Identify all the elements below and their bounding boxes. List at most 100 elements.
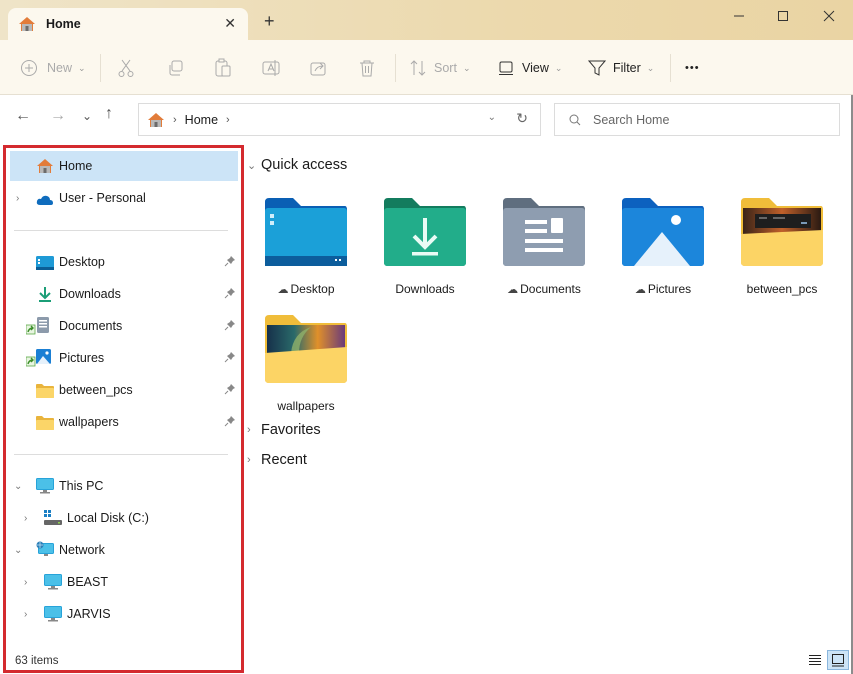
pin-icon[interactable] xyxy=(224,255,236,267)
folder-thumbnail-icon xyxy=(741,198,823,266)
content-pane: ⌄ Quick access ☁ Desktop Downloads ☁ Doc… xyxy=(247,145,853,674)
pin-icon[interactable] xyxy=(224,415,236,427)
local-disk-icon xyxy=(44,510,62,525)
chevron-right-icon[interactable]: › xyxy=(247,424,261,436)
chevron-right-icon[interactable]: › xyxy=(24,513,27,524)
view-button[interactable]: View ⌄ xyxy=(498,56,562,80)
sidebar-item-between-pcs[interactable]: between_pcs xyxy=(10,375,238,405)
item-label: ☁ Documents xyxy=(507,282,581,296)
sidebar-label: between_pcs xyxy=(59,383,133,397)
quick-access-item-downloads[interactable]: Downloads xyxy=(366,196,476,314)
delete-button[interactable] xyxy=(359,56,375,80)
breadcrumb-home[interactable]: Home xyxy=(185,113,218,127)
close-tab-icon[interactable]: ✕ xyxy=(224,15,236,32)
item-label: ☁ Desktop xyxy=(277,282,335,296)
breadcrumb-separator[interactable]: › xyxy=(173,114,177,126)
sort-icon xyxy=(410,60,426,76)
address-bar[interactable]: › Home › ⌄ ↻ xyxy=(138,103,541,136)
sidebar-item-user-personal[interactable]: › User - Personal xyxy=(10,183,238,213)
pin-icon[interactable] xyxy=(224,287,236,299)
share-button[interactable] xyxy=(310,56,328,80)
chevron-down-icon: ⌄ xyxy=(78,62,86,73)
sidebar-label: BEAST xyxy=(67,575,108,589)
quick-access-item-pictures[interactable]: ☁ Pictures xyxy=(604,196,714,314)
large-icons-view-button[interactable] xyxy=(827,650,849,670)
downloads-icon xyxy=(39,287,51,302)
minimize-button[interactable] xyxy=(724,6,754,26)
sidebar-item-downloads[interactable]: Downloads xyxy=(10,279,238,309)
back-button[interactable]: ← xyxy=(15,107,31,125)
documents-folder-icon xyxy=(503,198,585,266)
chevron-right-icon[interactable]: › xyxy=(247,454,261,466)
tab-home[interactable]: Home ✕ xyxy=(8,8,248,40)
sidebar-item-desktop[interactable]: Desktop xyxy=(10,247,238,277)
cut-button[interactable] xyxy=(117,56,135,80)
more-options-button[interactable]: ••• xyxy=(685,56,700,80)
quick-access-item-desktop[interactable]: ☁ Desktop xyxy=(247,196,357,314)
folder-icon xyxy=(36,416,54,430)
sidebar-label: Local Disk (C:) xyxy=(67,511,149,525)
paste-icon xyxy=(215,58,231,77)
sidebar-item-this-pc[interactable]: ⌄ This PC xyxy=(10,471,238,501)
sidebar-item-documents[interactable]: Documents xyxy=(10,311,238,341)
sidebar-item-pictures[interactable]: Pictures xyxy=(10,343,238,373)
close-icon xyxy=(823,10,835,22)
quick-access-item-between-pcs[interactable]: between_pcs xyxy=(723,196,833,314)
details-view-button[interactable] xyxy=(804,650,826,670)
sidebar-label: Desktop xyxy=(59,255,105,269)
forward-button[interactable]: → xyxy=(50,107,66,125)
close-window-button[interactable] xyxy=(814,6,844,26)
pin-icon[interactable] xyxy=(224,319,236,331)
chevron-down-icon: ⌄ xyxy=(554,62,563,73)
section-recent[interactable]: › Recent xyxy=(247,452,307,468)
copy-button[interactable] xyxy=(166,56,184,80)
rename-button[interactable] xyxy=(262,56,280,80)
up-button[interactable]: ↑ xyxy=(105,105,113,123)
quick-access-item-wallpapers[interactable]: wallpapers xyxy=(247,313,357,431)
new-button[interactable]: New ⌄ xyxy=(20,56,86,80)
divider xyxy=(14,454,228,455)
sidebar-item-home[interactable]: Home xyxy=(10,151,238,181)
chevron-right-icon[interactable]: › xyxy=(24,577,27,588)
sort-button[interactable]: Sort ⌄ xyxy=(409,56,470,80)
chevron-down-icon[interactable]: ⌄ xyxy=(14,481,22,492)
section-quick-access[interactable]: ⌄ Quick access xyxy=(247,157,347,173)
network-icon xyxy=(36,541,54,556)
section-favorites[interactable]: › Favorites xyxy=(247,422,321,438)
sidebar-item-wallpapers[interactable]: wallpapers xyxy=(10,407,238,437)
sidebar-item-jarvis[interactable]: › JARVIS xyxy=(10,599,238,629)
quick-access-item-documents[interactable]: ☁ Documents xyxy=(485,196,595,314)
pin-icon[interactable] xyxy=(224,383,236,395)
computer-icon xyxy=(44,574,62,590)
cloud-sync-icon: ☁ xyxy=(634,284,646,296)
sidebar-item-local-disk[interactable]: › Local Disk (C:) xyxy=(10,503,238,533)
this-pc-icon xyxy=(36,478,54,494)
folder-thumbnail-icon xyxy=(265,315,347,383)
address-dropdown-button[interactable]: ⌄ xyxy=(488,112,496,123)
chevron-right-icon[interactable]: › xyxy=(24,609,27,620)
tab-title: Home xyxy=(46,17,81,31)
sidebar-item-beast[interactable]: › BEAST xyxy=(10,567,238,597)
pin-icon[interactable] xyxy=(224,351,236,363)
title-bar: Home ✕ + xyxy=(0,0,853,40)
navigation-pane: Home › User - Personal Desktop Downloads… xyxy=(3,145,244,673)
chevron-down-icon[interactable]: ⌄ xyxy=(14,545,22,556)
pictures-folder-icon xyxy=(622,198,704,266)
new-tab-button[interactable]: + xyxy=(264,12,275,30)
search-input[interactable] xyxy=(593,112,823,127)
view-icon xyxy=(499,61,513,75)
breadcrumb-separator[interactable]: › xyxy=(226,114,230,126)
recent-locations-button[interactable]: ⌄ xyxy=(82,109,92,123)
chevron-right-icon[interactable]: › xyxy=(16,193,19,204)
refresh-button[interactable]: ↻ xyxy=(516,110,528,127)
sidebar-item-network[interactable]: ⌄ Network xyxy=(10,535,238,565)
view-label: View xyxy=(522,61,549,75)
item-label: wallpapers xyxy=(277,399,335,413)
maximize-button[interactable] xyxy=(768,6,798,26)
filter-button[interactable]: Filter ⌄ xyxy=(588,56,654,80)
paste-button[interactable] xyxy=(214,56,232,80)
chevron-down-icon[interactable]: ⌄ xyxy=(247,159,261,172)
tiles-view-icon xyxy=(832,654,844,667)
search-box[interactable] xyxy=(554,103,840,136)
home-icon xyxy=(148,112,164,127)
